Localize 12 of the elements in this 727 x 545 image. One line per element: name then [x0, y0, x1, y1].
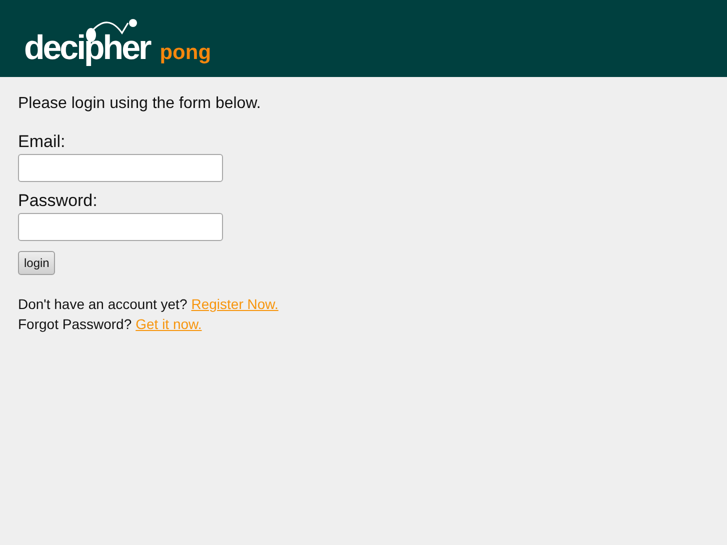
prompt-text: Don't have an account yet? [18, 296, 188, 312]
product-name: pong [160, 42, 212, 63]
link[interactable]: Get it now. [136, 316, 202, 332]
login-button[interactable]: login [18, 251, 56, 275]
logo-text: decipher [24, 31, 150, 65]
field-label: Email: [18, 132, 66, 152]
input-field[interactable] [18, 154, 223, 182]
field-label: Password: [18, 191, 98, 211]
prompt-text: Forgot Password? [18, 316, 132, 332]
link[interactable]: Register Now. [191, 296, 278, 312]
input-field[interactable] [18, 213, 223, 241]
intro-text: Please login using the form below. [18, 95, 262, 113]
